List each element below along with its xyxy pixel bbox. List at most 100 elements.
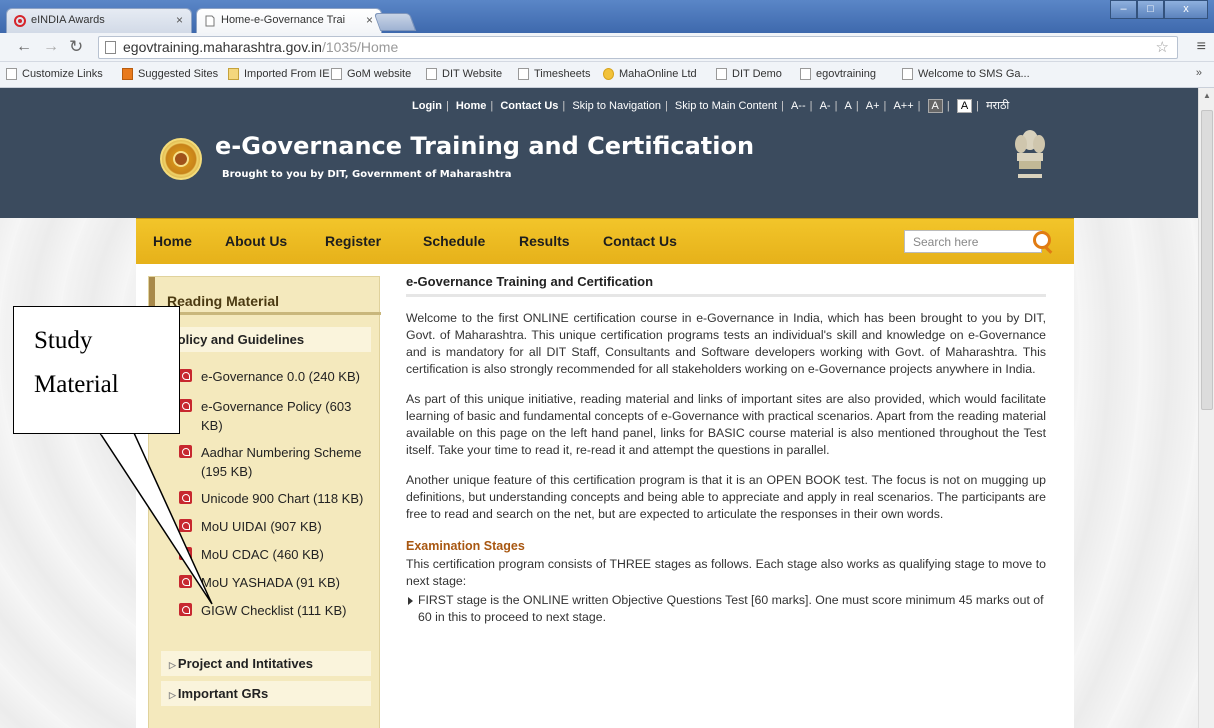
site-subtitle: Brought to you by DIT, Government of Mah… xyxy=(222,169,512,180)
bookmark-label: Timesheets xyxy=(534,68,591,80)
page-icon xyxy=(6,68,17,80)
reload-icon[interactable]: ↻ xyxy=(69,38,83,56)
page-icon xyxy=(518,68,529,80)
bookmark-customize-links[interactable]: Customize Links xyxy=(6,68,103,80)
bookmark-timesheets[interactable]: Timesheets xyxy=(518,68,590,80)
bookmark-mahaonline[interactable]: MahaOnline Ltd xyxy=(603,68,697,80)
bookmarks-bar: Customize Links Suggested Sites Imported… xyxy=(0,62,1214,88)
bookmark-gom-website[interactable]: GoM website xyxy=(331,68,411,80)
page-scrollbar[interactable]: ▲ xyxy=(1198,88,1214,728)
page-icon xyxy=(426,68,437,80)
maharashtra-seal-icon xyxy=(160,138,202,180)
font-size-normal[interactable]: A xyxy=(844,100,851,112)
tab-home-egovernance[interactable]: Home-e-Governance Trai × xyxy=(196,8,382,33)
content-area: Reading Material Policy and Guidelines e… xyxy=(136,264,1074,728)
menu-icon[interactable]: ≡ xyxy=(1197,38,1206,56)
main-article: e-Governance Training and Certification … xyxy=(406,274,1046,626)
nav-schedule[interactable]: Schedule xyxy=(423,233,485,249)
contact-link[interactable]: Contact Us xyxy=(500,100,558,112)
category-policy-guidelines[interactable]: Policy and Guidelines xyxy=(161,327,371,352)
pdf-icon xyxy=(179,369,192,382)
back-arrow-icon[interactable]: ← xyxy=(16,38,32,56)
callout-line-2: Material xyxy=(34,371,119,398)
bookmark-label: GoM website xyxy=(347,68,412,80)
reading-material-paragraph: As part of this unique initiative, readi… xyxy=(406,392,1046,457)
contrast-dark-button[interactable]: A xyxy=(927,99,943,113)
doc-mou-uidai[interactable]: MoU UIDAI (907 KB) xyxy=(179,517,375,536)
nav-about-us[interactable]: About Us xyxy=(225,233,287,249)
doc-aadhar-numbering[interactable]: Aadhar Numbering Scheme (195 KB) xyxy=(179,443,375,481)
bookmark-sms-gateway[interactable]: Welcome to SMS Ga... xyxy=(902,68,1030,80)
callout-line-1: Study xyxy=(34,327,93,354)
category-label: Project and Intitatives xyxy=(177,656,314,671)
category-important-grs[interactable]: ▷ Important GRs xyxy=(161,681,371,706)
article-heading: e-Governance Training and Certification xyxy=(406,274,1046,297)
page-icon xyxy=(902,68,913,80)
site-title: e-Governance Training and Certification xyxy=(215,132,755,160)
page-favicon-icon xyxy=(205,15,215,27)
home-link[interactable]: Home xyxy=(456,100,487,112)
marathi-language-link[interactable]: मराठी xyxy=(986,100,1009,112)
bookmark-imported-from-ie[interactable]: Imported From IE xyxy=(228,68,330,80)
contrast-light-button[interactable]: A xyxy=(956,99,973,113)
doc-egovernance-00[interactable]: e-Governance 0.0 (240 KB) xyxy=(179,367,375,386)
tab-strip: eINDIA Awards × Home-e-Governance Trai ×… xyxy=(0,0,1214,33)
window-controls: – □ x xyxy=(1110,0,1208,20)
doc-unicode-chart[interactable]: Unicode 900 Chart (118 KB) xyxy=(179,489,375,508)
skip-navigation-link[interactable]: Skip to Navigation xyxy=(572,100,661,112)
nav-home[interactable]: Home xyxy=(153,233,192,249)
category-label: Important GRs xyxy=(177,686,269,701)
page-icon xyxy=(800,68,811,80)
expand-arrow-icon: ▷ xyxy=(169,660,176,670)
scroll-up-icon[interactable]: ▲ xyxy=(1203,91,1211,100)
open-book-paragraph: Another unique feature of this certifica… xyxy=(406,473,1046,521)
font-size-larger[interactable]: A+ xyxy=(866,100,880,112)
font-size-largest[interactable]: A++ xyxy=(893,100,913,112)
tab-close-icon[interactable]: × xyxy=(366,13,373,27)
reading-material-panel: Reading Material Policy and Guidelines e… xyxy=(148,276,381,728)
maximize-button[interactable]: □ xyxy=(1137,0,1164,19)
nav-results[interactable]: Results xyxy=(519,233,570,249)
login-link[interactable]: Login xyxy=(412,100,442,112)
skip-main-link[interactable]: Skip to Main Content xyxy=(675,100,777,112)
pdf-icon xyxy=(179,547,192,560)
pdf-icon xyxy=(179,491,192,504)
new-tab-button[interactable] xyxy=(373,13,417,31)
category-projects[interactable]: ▷ Project and Intitatives xyxy=(161,651,371,676)
expand-arrow-icon: ▷ xyxy=(169,690,176,700)
site-header: Login | Home | Contact Us | Skip to Navigat… xyxy=(0,88,1198,218)
scrollbar-thumb[interactable] xyxy=(1201,110,1213,410)
doc-gigw-checklist[interactable]: GIGW Checklist (111 KB) xyxy=(179,601,375,620)
forward-arrow-icon[interactable]: → xyxy=(43,38,59,56)
page-icon xyxy=(105,41,116,54)
browser-toolbar: ← → ↻ egovtraining.maharashtra.gov.in/10… xyxy=(0,33,1214,62)
nav-register[interactable]: Register xyxy=(325,233,381,249)
doc-link-label: MoU YASHADA (91 KB) xyxy=(201,575,340,590)
bookmark-label: Customize Links xyxy=(22,68,103,80)
doc-egovernance-policy[interactable]: e-Governance Policy (603 KB) xyxy=(179,397,375,435)
stages-intro: This certification program consists of T… xyxy=(406,557,1046,588)
tab-title: Home-e-Governance Trai xyxy=(221,14,346,26)
tab-eindia-awards[interactable]: eINDIA Awards × xyxy=(6,8,192,33)
search-icon[interactable] xyxy=(1033,231,1051,249)
sidebar-header: Reading Material xyxy=(149,277,381,315)
font-size-smallest[interactable]: A-- xyxy=(791,100,806,112)
tab-title: eINDIA Awards xyxy=(31,14,105,26)
bookmark-suggested-sites[interactable]: Suggested Sites xyxy=(122,68,218,80)
site-search-input[interactable]: Search here xyxy=(904,230,1042,253)
address-bar[interactable]: egovtraining.maharashtra.gov.in/1035/Hom… xyxy=(98,36,1178,59)
doc-mou-yashada[interactable]: MoU YASHADA (91 KB) xyxy=(179,573,375,592)
more-bookmarks-button[interactable]: » xyxy=(1196,67,1202,79)
doc-link-label: Unicode 900 Chart (118 KB) xyxy=(201,491,364,506)
bookmark-star-icon[interactable]: ☆ xyxy=(1156,38,1169,56)
doc-mou-cdac[interactable]: MoU CDAC (460 KB) xyxy=(179,545,375,564)
tab-close-icon[interactable]: × xyxy=(176,13,183,27)
font-size-smaller[interactable]: A- xyxy=(820,100,831,112)
bookmark-egovtraining[interactable]: egovtraining xyxy=(800,68,876,80)
close-window-button[interactable]: x xyxy=(1164,0,1208,19)
study-material-callout: Study Material xyxy=(13,306,180,434)
minimize-button[interactable]: – xyxy=(1110,0,1137,19)
bookmark-dit-website[interactable]: DIT Website xyxy=(426,68,502,80)
bookmark-dit-demo[interactable]: DIT Demo xyxy=(716,68,782,80)
nav-contact-us[interactable]: Contact Us xyxy=(603,233,677,249)
